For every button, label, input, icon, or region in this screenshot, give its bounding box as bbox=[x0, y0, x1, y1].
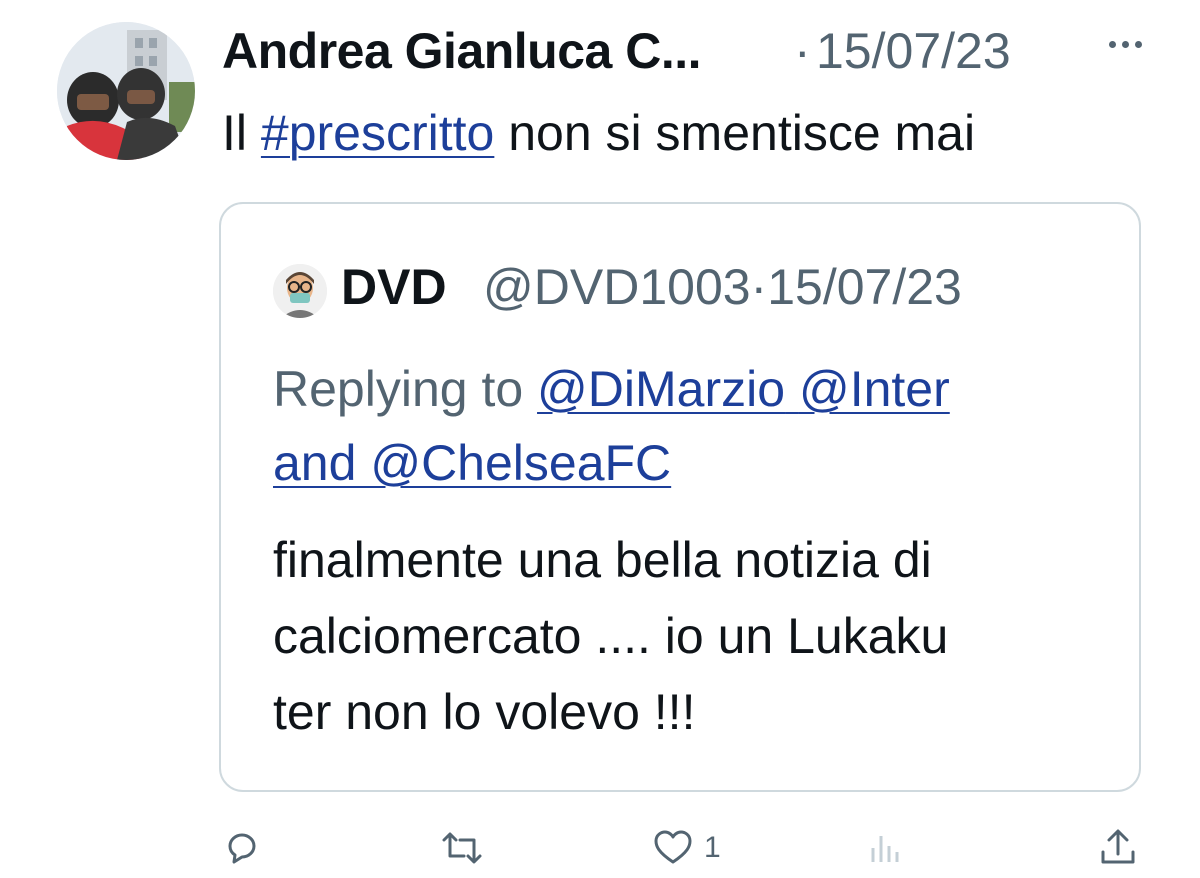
tweet-text: Il #prescritto non si smentisce mai bbox=[222, 104, 975, 162]
mention-inter[interactable]: @Inter bbox=[799, 361, 950, 417]
replying-to-line: Replying to @DiMarzio @Inter and @Chelsea… bbox=[273, 352, 1093, 500]
more-dot-icon bbox=[1134, 40, 1142, 48]
quoted-tweet-text: finalmente una bella notizia di calciome… bbox=[273, 522, 1093, 750]
quoted-text-line: finalmente una bella notizia di bbox=[273, 532, 932, 588]
quoted-tweet-card[interactable]: DVD @DVD1003·15/07/23 Replying to @DiMar… bbox=[219, 202, 1141, 792]
quoted-author-avatar[interactable] bbox=[273, 264, 327, 318]
quoted-text-line: calciomercato .... io un Lukaku bbox=[273, 608, 949, 664]
views-icon bbox=[871, 836, 899, 862]
reply-button[interactable] bbox=[222, 828, 262, 868]
replying-to-label: Replying to bbox=[273, 361, 538, 417]
quoted-author-name[interactable]: DVD bbox=[341, 258, 447, 316]
more-dot-icon bbox=[1108, 40, 1116, 48]
hashtag-link[interactable]: #prescritto bbox=[261, 105, 494, 161]
quoted-author-handle[interactable]: @DVD1003·15/07/23 bbox=[483, 258, 962, 316]
author-name[interactable]: Andrea Gianluca C... bbox=[222, 22, 702, 80]
quoted-text-line: ter non lo volevo !!! bbox=[273, 684, 696, 740]
reply-icon bbox=[228, 833, 256, 864]
tweet-text-suffix: non si smentisce mai bbox=[494, 105, 976, 161]
tweet-date[interactable]: 15/07/23 bbox=[816, 22, 1011, 80]
retweet-button[interactable] bbox=[440, 828, 484, 868]
author-avatar[interactable] bbox=[57, 22, 195, 160]
tweet-header: Andrea Gianluca C... · 15/07/23 bbox=[222, 16, 1162, 86]
like-button[interactable]: 1 bbox=[652, 828, 721, 868]
views-button[interactable] bbox=[866, 828, 906, 868]
like-count: 1 bbox=[704, 831, 721, 864]
more-options-button[interactable] bbox=[1100, 24, 1150, 64]
mention-dimarzio[interactable]: @DiMarzio bbox=[537, 361, 785, 417]
share-button[interactable] bbox=[1098, 828, 1138, 868]
share-icon bbox=[1101, 829, 1135, 864]
more-dot-icon bbox=[1121, 40, 1129, 48]
mention-space bbox=[785, 361, 799, 417]
separator-dot: · bbox=[794, 23, 811, 79]
heart-icon bbox=[654, 830, 692, 864]
tweet-text-prefix: Il bbox=[222, 105, 261, 161]
retweet-icon bbox=[442, 832, 482, 864]
mention-chelseafc[interactable]: and @ChelseaFC bbox=[273, 435, 671, 491]
tweet-actions-bar: 1 bbox=[0, 818, 1200, 878]
